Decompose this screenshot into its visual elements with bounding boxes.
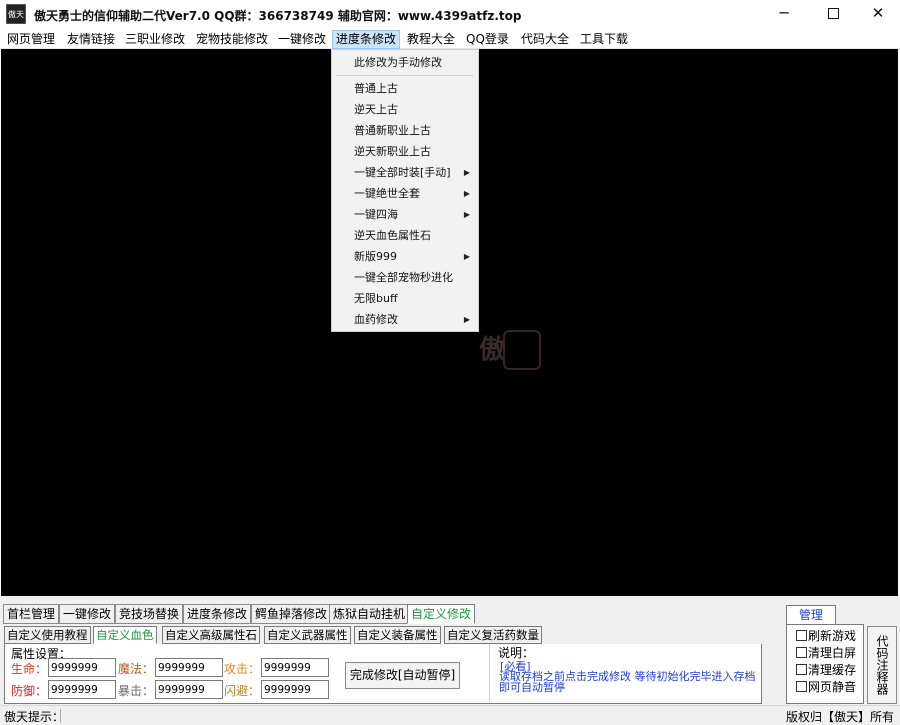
custom-bloodcolor-panel: 属性设置： 生命： 魔法： 攻击： 防御： 暴击： 闪避： 完成修改[自动暂停]…	[4, 644, 762, 704]
tab-arena-replace[interactable]: 竞技场替换	[115, 604, 184, 624]
tab-crocodile-drop[interactable]: 鳄鱼掉落修改	[251, 604, 332, 624]
menu-bar: 网页管理 友情链接 三职业修改 宠物技能修改 一键修改 进度条修改 教程大全 Q…	[0, 30, 900, 49]
tab-custom-advanced-stone[interactable]: 自定义高级属性石	[162, 626, 260, 644]
dodge-input[interactable]	[261, 680, 329, 699]
def-label: 防御：	[11, 684, 48, 698]
app-icon: 傲天	[6, 4, 26, 24]
menu-tutorials[interactable]: 教程大全	[404, 30, 458, 49]
mp-label: 魔法：	[118, 662, 155, 676]
clear-cache-checkbox[interactable]: 清理缓存	[796, 662, 856, 678]
dropdown-item[interactable]: 一键绝世全套 ▶	[332, 184, 478, 204]
dropdown-item[interactable]: 逆天血色属性石	[332, 226, 478, 246]
dropdown-item[interactable]: 普通新职业上古	[332, 121, 478, 141]
window-title: 傲天勇士的信仰辅助二代Ver7.0 QQ群：366738749 辅助官网：www…	[34, 9, 522, 23]
note-text: 读取存档之前点击完成修改 等待初始化完毕进入存档即可自动暂停	[499, 670, 756, 694]
maximize-icon	[827, 8, 839, 19]
menu-three-class-edit[interactable]: 三职业修改	[122, 30, 188, 49]
progress-edit-dropdown: 此修改为手动修改 普通上古 逆天上古 普通新职业上古 逆天新职业上古 一键全部时…	[331, 49, 479, 332]
tab-custom-bloodcolor[interactable]: 自定义血色	[93, 626, 157, 644]
dodge-label: 闪避：	[224, 684, 261, 698]
atk-input[interactable]	[261, 658, 329, 677]
tab-custom-tutorial[interactable]: 自定义使用教程	[4, 626, 91, 644]
dropdown-item[interactable]: 无限buff	[332, 289, 478, 309]
crit-input[interactable]	[155, 680, 223, 699]
complete-edit-button[interactable]: 完成修改[自动暂停]	[345, 662, 460, 689]
tab-custom-equipment[interactable]: 自定义装备属性	[354, 626, 441, 644]
submenu-arrow-icon: ▶	[463, 189, 470, 198]
dropdown-item[interactable]: 一键四海 ▶	[332, 205, 478, 225]
close-button[interactable]: ✕	[855, 0, 900, 28]
menu-pet-skill-edit[interactable]: 宠物技能修改	[193, 30, 271, 49]
clear-whitescreen-checkbox[interactable]: 清理白屏	[796, 645, 856, 661]
dropdown-header[interactable]: 此修改为手动修改	[332, 53, 478, 73]
tab-custom-revive-potion[interactable]: 自定义复活药数量	[444, 626, 542, 644]
checkbox-icon	[796, 630, 807, 641]
dropdown-separator	[336, 75, 474, 76]
atk-label: 攻击：	[224, 662, 261, 676]
refresh-game-checkbox[interactable]: 刷新游戏	[796, 628, 856, 644]
mute-page-checkbox[interactable]: 网页静音	[796, 679, 856, 695]
dropdown-item[interactable]: 一键全部宠物秒进化	[332, 268, 478, 288]
submenu-arrow-icon: ▶	[463, 315, 470, 324]
menu-qq-login[interactable]: QQ登录	[463, 30, 512, 49]
dropdown-item[interactable]: 一键全部时装[手动] ▶	[332, 163, 478, 183]
dropdown-item[interactable]: 逆天新职业上古	[332, 142, 478, 162]
def-input[interactable]	[48, 680, 116, 699]
tab-custom-weapon[interactable]: 自定义武器属性	[264, 626, 351, 644]
submenu-arrow-icon: ▶	[463, 252, 470, 261]
bottom-panel: 首栏管理 一键修改 竞技场替换 进度条修改 鳄鱼掉落修改 炼狱自动挂机 自定义修…	[0, 596, 900, 725]
tab-progress-edit[interactable]: 进度条修改	[183, 604, 252, 624]
tab-purgatory-auto[interactable]: 炼狱自动挂机	[329, 604, 410, 624]
status-bar: 傲天提示： 版权归【傲天】所有	[0, 705, 900, 725]
dropdown-item[interactable]: 血药修改 ▶	[332, 310, 478, 330]
submenu-arrow-icon: ▶	[463, 168, 470, 177]
crit-label: 暴击：	[118, 684, 155, 698]
tab-one-click[interactable]: 一键修改	[59, 604, 116, 624]
submenu-arrow-icon: ▶	[463, 210, 470, 219]
hp-label: 生命：	[11, 662, 48, 676]
menu-friend-links[interactable]: 友情链接	[64, 30, 118, 49]
checkbox-icon	[796, 647, 807, 658]
code-annotator-button[interactable]: 代码注释器	[867, 626, 897, 704]
dropdown-item[interactable]: 普通上古	[332, 79, 478, 99]
tab-custom-edit[interactable]: 自定义修改	[407, 604, 476, 624]
status-hint: 傲天提示：	[4, 710, 65, 724]
hp-input[interactable]	[48, 658, 116, 677]
menu-tool-download[interactable]: 工具下载	[577, 30, 631, 49]
menu-progress-edit[interactable]: 进度条修改	[332, 30, 401, 49]
checkbox-icon	[796, 664, 807, 675]
watermark-seal	[503, 330, 541, 370]
menu-one-click-edit[interactable]: 一键修改	[275, 30, 329, 49]
status-divider	[60, 709, 61, 723]
menu-web-manage[interactable]: 网页管理	[4, 30, 58, 49]
minimize-button[interactable]: ─	[761, 0, 807, 28]
manage-panel: 刷新游戏 清理白屏 清理缓存 网页静音	[786, 624, 864, 704]
watermark: 傲	[479, 335, 506, 365]
copyright-text: 版权归【傲天】所有	[785, 710, 894, 724]
tab-home-manage[interactable]: 首栏管理	[3, 604, 60, 624]
tab-manage[interactable]: 管理	[786, 605, 836, 625]
title-bar: 傲天 傲天勇士的信仰辅助二代Ver7.0 QQ群：366738749 辅助官网：…	[0, 0, 900, 30]
checkbox-icon	[796, 681, 807, 692]
dropdown-item[interactable]: 新版999 ▶	[332, 247, 478, 267]
mp-input[interactable]	[155, 658, 223, 677]
menu-codes[interactable]: 代码大全	[518, 30, 572, 49]
dropdown-item[interactable]: 逆天上古	[332, 100, 478, 120]
maximize-button[interactable]	[810, 0, 856, 28]
note-group: 说明： [必看] 读取存档之前点击完成修改 等待初始化完毕进入存档即可自动暂停	[489, 644, 761, 702]
